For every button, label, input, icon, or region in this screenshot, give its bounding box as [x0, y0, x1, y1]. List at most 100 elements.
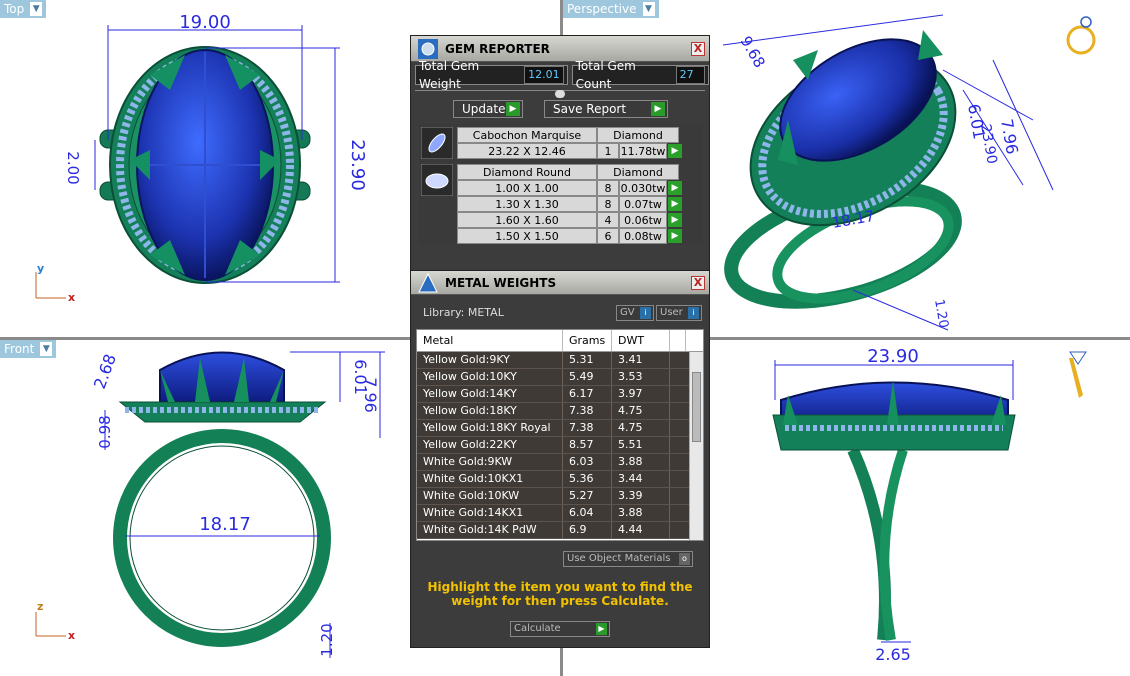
calculate-label: Calculate	[514, 623, 561, 634]
metal-weights-titlebar[interactable]: METAL WEIGHTS X	[411, 271, 709, 295]
gem-name: Diamond Round	[457, 164, 597, 180]
gem-group-round[interactable]: Diamond Round Diamond 1.00 X 1.00 8 0.03…	[419, 161, 703, 245]
viewport-perspective-title: Perspective	[567, 2, 637, 16]
metal-name: Yellow Gold:18KY Royal	[417, 420, 563, 436]
metal-dwt: 3.88	[612, 454, 670, 470]
gem-size: 1.50 X 1.50	[457, 228, 597, 244]
table-row[interactable]: Yellow Gold:10KY 5.49 3.53	[417, 369, 703, 386]
chevron-down-icon[interactable]: ▼	[30, 2, 43, 16]
metal-table[interactable]: Metal Grams DWT Yellow Gold:9KY 5.31 3.41 …	[416, 329, 704, 541]
metal-dwt: 3.97	[612, 386, 670, 402]
marquise-gem-icon	[421, 127, 453, 159]
metal-grams: 7.38	[563, 403, 612, 419]
table-row[interactable]: White Gold:14K PdW 6.9 4.44	[417, 522, 703, 539]
metal-grams: 6.04	[563, 505, 612, 521]
scrollbar-thumb[interactable]	[692, 372, 701, 442]
dim-front-f: 1.20	[318, 623, 336, 656]
toggle-icon: o	[679, 553, 690, 565]
gem-count: 6	[597, 228, 619, 244]
dim-persp-d: 23.90	[977, 123, 1000, 165]
axis-y-label: y	[37, 262, 45, 275]
metal-grams: 7.38	[563, 420, 612, 436]
col-spacer	[670, 330, 686, 351]
gem-weight: 0.07tw	[619, 196, 667, 212]
info-icon: i	[688, 307, 699, 319]
metal-grams: 6.03	[563, 454, 612, 470]
table-row[interactable]: White Gold:9KW 6.03 3.88	[417, 454, 703, 471]
gem-count: 1	[597, 143, 619, 159]
total-weight-label: Total Gem Weight	[419, 59, 480, 91]
dim-front-e: 18.17	[199, 514, 251, 535]
user-toggle[interactable]: User i	[656, 305, 702, 321]
metal-name: Yellow Gold:9KY	[417, 352, 563, 368]
metal-name: Yellow Gold:14KY	[417, 386, 563, 402]
table-row[interactable]: Yellow Gold:18KY Royal 7.38 4.75	[417, 420, 703, 437]
info-icon: i	[640, 307, 651, 319]
metal-grams: 5.49	[563, 369, 612, 385]
total-count-field: Total Gem Count 27	[571, 59, 709, 91]
table-row[interactable]: Yellow Gold:14KY 6.17 3.97	[417, 386, 703, 403]
gem-size: 23.22 X 12.46	[457, 143, 597, 159]
col-metal[interactable]: Metal	[417, 330, 563, 351]
save-report-button[interactable]: Save Report ▶	[544, 100, 668, 118]
gem-weight: 0.08tw	[619, 228, 667, 244]
axis-x-label: x	[68, 629, 76, 642]
close-icon[interactable]: X	[691, 42, 705, 56]
total-count-value: 27	[675, 66, 705, 84]
gv-toggle[interactable]: GV i	[616, 305, 654, 321]
table-row[interactable]: Yellow Gold:18KY 7.38 4.75	[417, 403, 703, 420]
close-icon[interactable]: X	[691, 276, 705, 290]
metal-dwt: 3.41	[612, 352, 670, 368]
gem-weight: 0.030tw	[619, 180, 667, 196]
metal-weights-icon	[418, 272, 438, 292]
chevron-down-icon[interactable]: ▼	[40, 342, 53, 356]
metal-dwt: 3.88	[612, 505, 670, 521]
dim-right-bottom: 2.65	[875, 645, 911, 664]
play-icon[interactable]: ▶	[668, 197, 682, 211]
round-gem-icon	[421, 164, 453, 196]
metal-grams: 6.9	[563, 522, 612, 538]
play-icon[interactable]: ▶	[668, 181, 682, 195]
axis-z-label: z	[37, 600, 44, 613]
gv-label: GV	[620, 307, 635, 318]
play-icon: ▶	[596, 623, 607, 635]
metal-grams: 5.27	[563, 488, 612, 504]
total-count-label: Total Gem Count	[575, 59, 636, 91]
use-object-materials-toggle[interactable]: Use Object Materials o	[563, 551, 693, 567]
table-row[interactable]: White Gold:10KW 5.27 3.39	[417, 488, 703, 505]
save-report-label: Save Report	[553, 102, 627, 116]
library-label: Library: METAL	[423, 306, 504, 319]
dim-front-a: 2.68	[90, 351, 120, 391]
chevron-down-icon[interactable]: ▼	[642, 2, 655, 16]
metal-grams: 8.57	[563, 437, 612, 453]
table-row[interactable]: White Gold:10KX1 5.36 3.44	[417, 471, 703, 488]
gem-weight: 0.06tw	[619, 212, 667, 228]
metal-name: White Gold:10KX1	[417, 471, 563, 487]
divider-handle[interactable]	[415, 90, 705, 98]
update-button[interactable]: Update ▶	[453, 100, 523, 118]
table-scrollbar[interactable]	[689, 352, 703, 540]
viewport-top-label[interactable]: Top ▼	[0, 0, 47, 18]
user-label: User	[660, 307, 683, 318]
table-row[interactable]: White Gold:14KX1 6.04 3.88	[417, 505, 703, 522]
metal-dwt: 3.44	[612, 471, 670, 487]
update-label: Update	[462, 102, 506, 116]
gem-group-cabochon[interactable]: Cabochon Marquise Diamond 23.22 X 12.46 …	[419, 124, 703, 161]
table-row[interactable]: Yellow Gold:22KY 8.57 5.51	[417, 437, 703, 454]
gem-count: 4	[597, 212, 619, 228]
col-dwt[interactable]: DWT	[612, 330, 670, 351]
col-grams[interactable]: Grams	[563, 330, 612, 351]
viewport-perspective-label[interactable]: Perspective ▼	[563, 0, 659, 18]
play-icon[interactable]: ▶	[668, 213, 682, 227]
viewport-front-label[interactable]: Front ▼	[0, 340, 57, 358]
calculate-button[interactable]: Calculate ▶	[510, 621, 610, 637]
table-row[interactable]: Yellow Gold:9KY 5.31 3.41	[417, 352, 703, 369]
metal-name: Yellow Gold:10KY	[417, 369, 563, 385]
play-icon[interactable]: ▶	[668, 144, 682, 158]
play-icon[interactable]: ▶	[668, 229, 682, 243]
play-icon: ▶	[651, 102, 665, 116]
viewport-front-title: Front	[4, 342, 35, 356]
metal-dwt: 3.53	[612, 369, 670, 385]
gem-size: 1.60 X 1.60	[457, 212, 597, 228]
dim-top-side: 2.00	[64, 151, 82, 184]
